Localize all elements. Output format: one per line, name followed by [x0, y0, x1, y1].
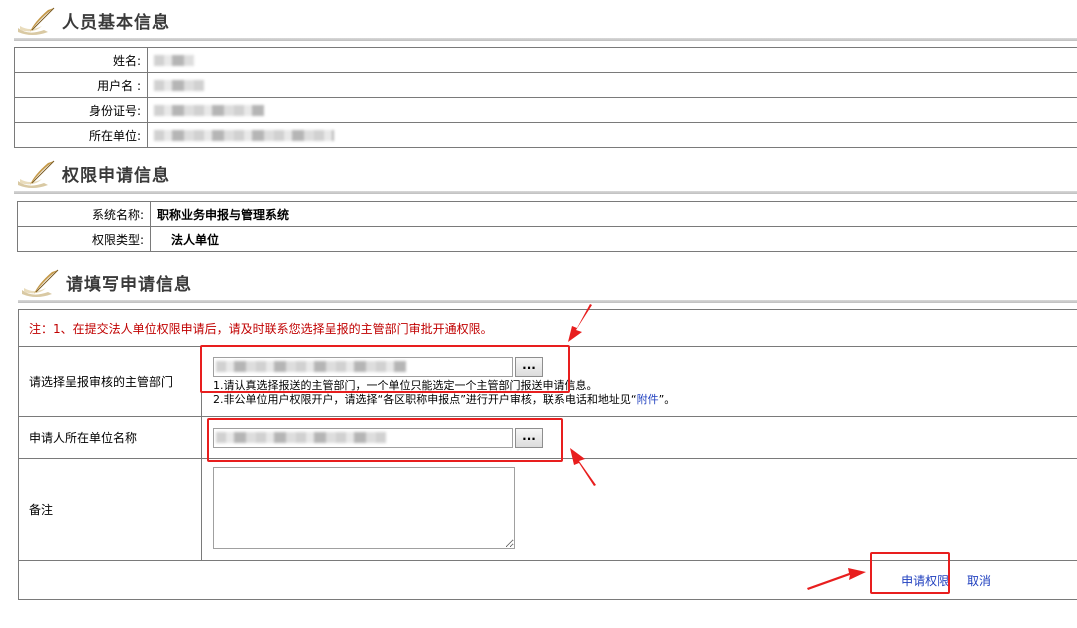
arrow-icon: [570, 448, 596, 486]
annotation-arrows: [568, 304, 866, 590]
arrow-icon: [568, 304, 592, 342]
arrow-icon: [807, 568, 866, 590]
